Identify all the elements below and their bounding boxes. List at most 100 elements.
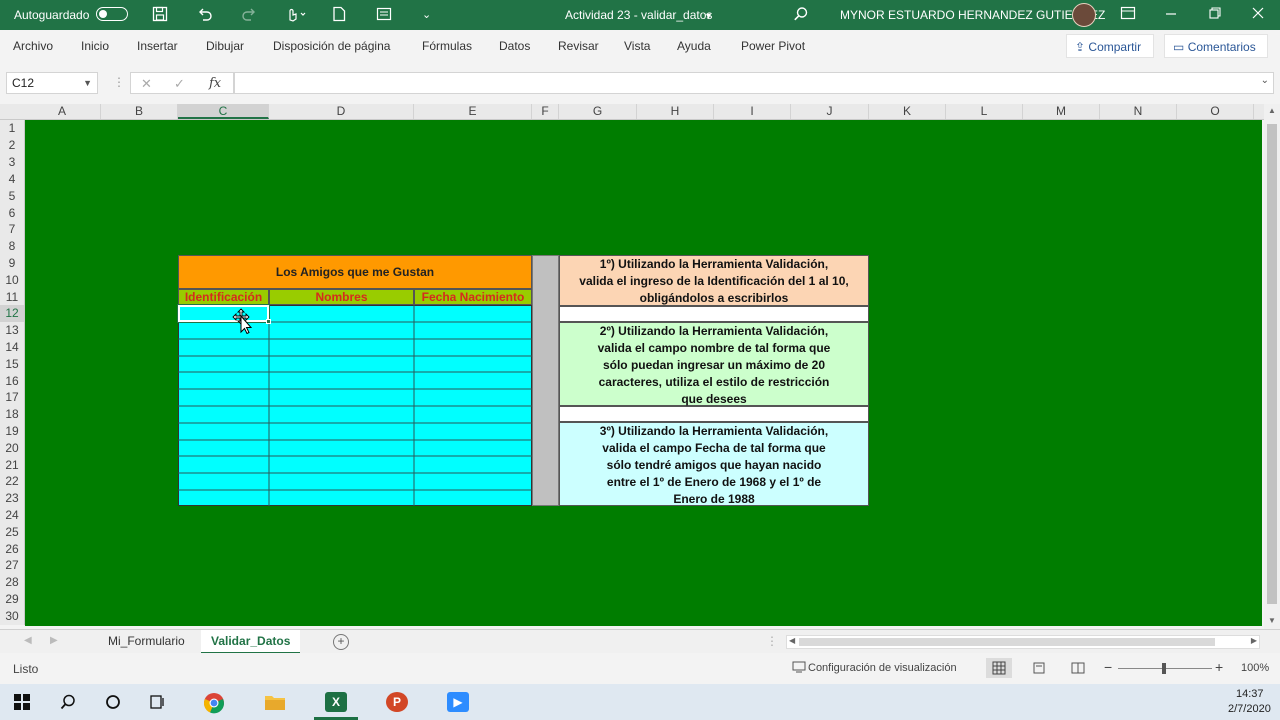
zoom-app-icon[interactable]: ▶: [447, 692, 469, 712]
tab-inicio[interactable]: Inicio: [81, 39, 109, 53]
column-header-i[interactable]: I: [714, 104, 791, 119]
row-header-24[interactable]: 24: [0, 507, 24, 524]
undo-icon[interactable]: [197, 6, 213, 26]
next-sheet-icon[interactable]: ▶: [50, 635, 58, 646]
data-range[interactable]: [178, 305, 532, 506]
column-header-b[interactable]: B: [101, 104, 178, 119]
table-title[interactable]: Los Amigos que me Gustan: [178, 255, 532, 289]
row-header-28[interactable]: 28: [0, 574, 24, 591]
column-header-k[interactable]: K: [869, 104, 946, 119]
horizontal-scrollbar[interactable]: ◀ ▶: [786, 635, 1260, 649]
note-1[interactable]: 1º) Utilizando la Herramienta Validación…: [559, 255, 869, 306]
column-header-l[interactable]: L: [946, 104, 1023, 119]
fill-handle[interactable]: [266, 319, 271, 324]
comments-button[interactable]: ▭ Comentarios: [1164, 34, 1268, 58]
display-settings-label[interactable]: Configuración de visualización: [808, 662, 957, 674]
row-header-29[interactable]: 29: [0, 591, 24, 608]
blank-cell[interactable]: [559, 306, 869, 322]
restore-icon[interactable]: [1209, 6, 1221, 24]
formula-input[interactable]: ⌄: [234, 72, 1274, 94]
ribbon-display-icon[interactable]: [1120, 6, 1136, 24]
page-break-view-icon[interactable]: [1071, 662, 1085, 677]
name-box[interactable]: C12 ▼: [6, 72, 98, 94]
zoom-level[interactable]: 100%: [1241, 662, 1269, 674]
chevron-down-icon[interactable]: ▼: [83, 73, 92, 93]
header-identificacion[interactable]: Identificación: [178, 289, 269, 305]
cortana-icon[interactable]: [105, 694, 121, 713]
fx-icon[interactable]: fx: [209, 76, 221, 91]
windows-start-icon[interactable]: [14, 694, 30, 713]
row-header-22[interactable]: 22: [0, 473, 24, 490]
row-header-14[interactable]: 14: [0, 339, 24, 356]
column-header-m[interactable]: M: [1023, 104, 1100, 119]
row-header-6[interactable]: 6: [0, 205, 24, 222]
save-icon[interactable]: [152, 6, 168, 26]
column-header-e[interactable]: E: [414, 104, 532, 119]
check-icon[interactable]: ✓: [174, 76, 185, 92]
column-header-o[interactable]: O: [1177, 104, 1254, 119]
row-header-30[interactable]: 30: [0, 608, 24, 625]
row-header-5[interactable]: 5: [0, 188, 24, 205]
header-fecha-nacimiento[interactable]: Fecha Nacimiento: [414, 289, 532, 305]
new-file-icon[interactable]: [332, 6, 346, 26]
row-header-27[interactable]: 27: [0, 557, 24, 574]
scroll-left-icon[interactable]: ◀: [789, 636, 795, 645]
normal-view-button[interactable]: [986, 658, 1012, 678]
cancel-icon[interactable]: ✕: [141, 76, 152, 92]
add-sheet-icon[interactable]: +: [333, 634, 349, 650]
row-header-18[interactable]: 18: [0, 406, 24, 423]
column-header-n[interactable]: N: [1100, 104, 1177, 119]
column-header-g[interactable]: G: [559, 104, 637, 119]
page-layout-view-icon[interactable]: [1032, 662, 1046, 677]
tab-revisar[interactable]: Revisar: [558, 39, 599, 53]
row-header-9[interactable]: 9: [0, 255, 24, 272]
row-header-8[interactable]: 8: [0, 238, 24, 255]
form-icon[interactable]: [376, 6, 392, 26]
powerpoint-taskbar-icon[interactable]: P: [386, 692, 408, 712]
row-header-26[interactable]: 26: [0, 541, 24, 558]
search-icon[interactable]: [793, 6, 809, 26]
row-header-10[interactable]: 10: [0, 272, 24, 289]
chevron-down-icon[interactable]: ▾: [706, 8, 711, 26]
tab-power-pivot[interactable]: Power Pivot: [741, 39, 805, 53]
column-header-c[interactable]: C: [178, 104, 269, 119]
chrome-icon[interactable]: [203, 692, 225, 717]
tab-archivo[interactable]: Archivo: [13, 39, 53, 53]
document-title[interactable]: Actividad 23 - validar_datos: [565, 8, 712, 22]
row-header-15[interactable]: 15: [0, 356, 24, 373]
autosave-toggle[interactable]: [96, 7, 128, 21]
redo-icon[interactable]: [241, 6, 257, 26]
display-settings-icon[interactable]: [792, 661, 806, 676]
clock-date[interactable]: 2/7/2020: [1228, 703, 1271, 715]
row-header-11[interactable]: 11: [0, 289, 24, 306]
zoom-in-icon[interactable]: +: [1215, 659, 1223, 675]
prev-sheet-icon[interactable]: ◀: [24, 635, 32, 646]
minimize-icon[interactable]: [1165, 6, 1177, 24]
share-button[interactable]: ⇪ Compartir: [1066, 34, 1154, 58]
excel-taskbar-icon[interactable]: X: [325, 692, 347, 712]
worksheet-grid[interactable]: Los Amigos que me Gustan Identificación …: [25, 120, 1262, 626]
column-header-h[interactable]: H: [637, 104, 714, 119]
column-header-f[interactable]: F: [532, 104, 559, 119]
tab-datos[interactable]: Datos: [499, 39, 530, 53]
row-header-7[interactable]: 7: [0, 221, 24, 238]
row-header-19[interactable]: 19: [0, 423, 24, 440]
row-header-12[interactable]: 12: [0, 305, 24, 322]
note-2[interactable]: 2º) Utilizando la Herramienta Validación…: [559, 322, 869, 406]
scroll-up-icon[interactable]: ▲: [1268, 106, 1276, 115]
touch-mode-icon[interactable]: [285, 6, 307, 26]
file-explorer-icon[interactable]: [264, 693, 286, 714]
expand-formula-icon[interactable]: ⌄: [1261, 75, 1269, 86]
tab-ayuda[interactable]: Ayuda: [677, 39, 711, 53]
row-header-23[interactable]: 23: [0, 490, 24, 507]
header-nombres[interactable]: Nombres: [269, 289, 414, 305]
scroll-thumb[interactable]: [799, 638, 1215, 646]
column-header-a[interactable]: A: [24, 104, 101, 119]
task-view-icon[interactable]: [150, 694, 166, 713]
row-header-1[interactable]: 1: [0, 120, 24, 137]
scroll-thumb[interactable]: [1267, 124, 1277, 604]
tab-splitter-icon[interactable]: ⋮: [766, 634, 778, 648]
search-icon[interactable]: [60, 694, 76, 713]
zoom-out-icon[interactable]: −: [1104, 659, 1112, 675]
row-header-16[interactable]: 16: [0, 373, 24, 390]
